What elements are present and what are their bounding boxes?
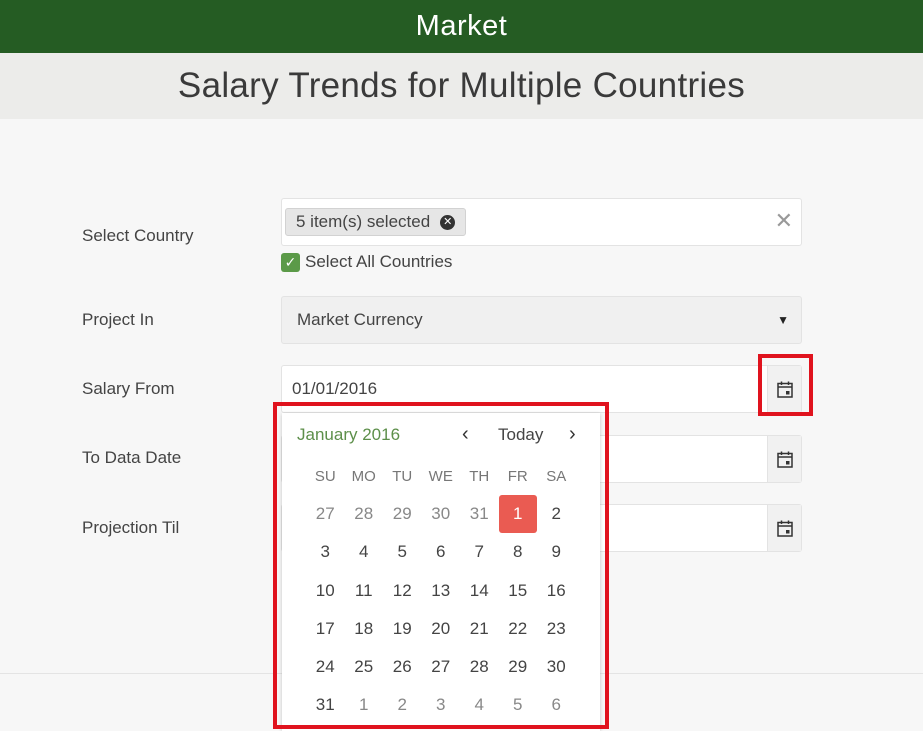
projection-til-calendar-button[interactable]: [767, 505, 801, 551]
select-all-countries[interactable]: ✓ Select All Countries: [281, 252, 452, 272]
select-all-label: Select All Countries: [305, 252, 453, 271]
calendar-icon: [776, 520, 793, 537]
project-in-select[interactable]: Market Currency ▼: [281, 296, 802, 344]
project-in-value: Market Currency: [297, 310, 423, 329]
app-title: Market: [415, 10, 508, 42]
projection-til-label: Projection Til: [82, 518, 180, 537]
calendar-icon: [776, 451, 793, 468]
selected-items-chip: 5 item(s) selected ✕: [285, 208, 467, 236]
clear-selection-icon[interactable]: ✕: [775, 210, 793, 232]
to-data-date-label: To Data Date: [82, 448, 182, 467]
highlight-calendar-button: [758, 354, 813, 416]
salary-from-label: Salary From: [82, 379, 175, 398]
project-in-label: Project In: [82, 310, 154, 329]
page-title-bar: Salary Trends for Multiple Countries: [0, 53, 923, 119]
caret-down-icon: ▼: [777, 313, 789, 327]
highlight-date-picker: [273, 402, 609, 729]
to-data-date-calendar-button[interactable]: [767, 436, 801, 482]
app-header: Market: [0, 0, 923, 53]
country-multiselect[interactable]: 5 item(s) selected ✕ ✕: [281, 198, 802, 246]
select-country-label: Select Country: [82, 226, 194, 245]
chip-remove-icon[interactable]: ✕: [440, 214, 456, 230]
page-title: Salary Trends for Multiple Countries: [177, 66, 746, 105]
chip-label: 5 item(s) selected: [296, 212, 431, 231]
checkbox-checked-icon[interactable]: ✓: [281, 252, 300, 272]
